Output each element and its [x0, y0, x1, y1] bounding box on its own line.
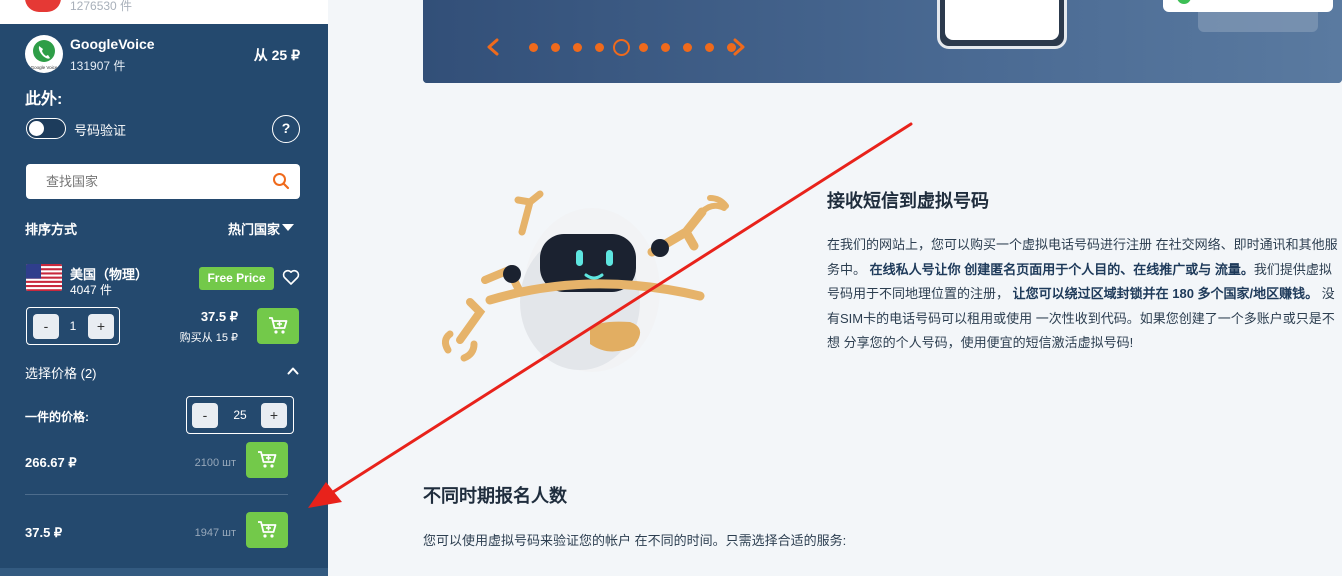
previous-service-logo: [25, 0, 61, 12]
previous-service-count: 1276530 件: [70, 0, 133, 13]
service-count: 131907 件: [70, 59, 126, 73]
service-price: 从 25 ₽: [253, 47, 300, 63]
carousel-next-icon[interactable]: [732, 38, 746, 56]
tier-stock: 2100 шт: [194, 457, 236, 469]
unit-price-stepper: - 25 +: [186, 396, 294, 434]
unit-price-value[interactable]: 25: [227, 408, 253, 422]
sort-dropdown[interactable]: 热门国家: [228, 219, 280, 238]
robot-illustration: [441, 190, 729, 372]
sms-text-bold: 让您可以绕过区域封锁并在 180 多个国家/地区赚钱。: [1012, 286, 1319, 301]
service-sidebar: 1276530 件 Google Voice GoogleVoice 13190…: [0, 0, 328, 576]
tier-stock: 1947 шт: [194, 527, 236, 539]
country-count: 4047 件: [70, 283, 113, 297]
quantity-stepper: - 1 +: [26, 307, 120, 345]
tier-cart-button[interactable]: [246, 442, 288, 478]
carousel-dot[interactable]: [529, 43, 538, 52]
number-verify-toggle[interactable]: [26, 118, 66, 139]
hero-carousel: [423, 0, 1342, 83]
chevron-down-icon[interactable]: [282, 224, 294, 231]
sort-label: 排序方式: [25, 222, 78, 237]
carousel-dot[interactable]: [683, 43, 692, 52]
carousel-dot[interactable]: [573, 43, 582, 52]
free-price-badge[interactable]: Free Price: [199, 267, 274, 290]
periods-section-title: 不同时期报名人数: [423, 486, 567, 506]
toggle-knob: [29, 121, 44, 136]
increase-button[interactable]: +: [88, 314, 114, 339]
tier-price: 266.67 ₽: [25, 455, 77, 470]
also-heading: 此外:: [25, 91, 63, 108]
carousel-dot[interactable]: [613, 39, 630, 56]
carousel-dot[interactable]: [595, 43, 604, 52]
heart-icon[interactable]: [282, 268, 300, 286]
quantity-value[interactable]: 1: [63, 319, 83, 333]
tier-cart-button[interactable]: [246, 512, 288, 548]
carousel-dot[interactable]: [705, 43, 714, 52]
service-name: GoogleVoice: [70, 36, 155, 52]
chevron-up-icon[interactable]: [287, 365, 299, 377]
choose-price-toggle[interactable]: 选择价格 (2): [25, 363, 97, 382]
illustration-card: [1198, 10, 1318, 32]
sms-text-bold: 在线私人号让你 创建匿名页面用于个人目的、在线推广或与 流量。: [869, 261, 1254, 277]
previous-service-row[interactable]: 1276530 件: [0, 0, 328, 24]
periods-section-text: 您可以使用虚拟号码来验证您的帐户 在不同的时间。只需选择合适的服务:: [423, 533, 847, 548]
unit-price-label: 一件的价格:: [25, 410, 89, 424]
carousel-dot[interactable]: [661, 43, 670, 52]
help-button[interactable]: ?: [272, 115, 300, 143]
decrease-button[interactable]: -: [33, 314, 59, 339]
phone-screen: [945, 0, 1059, 40]
search-icon[interactable]: [272, 172, 290, 190]
carousel-prev-icon[interactable]: [486, 38, 500, 56]
logo-caption: Google Voice: [31, 65, 58, 70]
country-price: 37.5 ₽: [200, 309, 238, 324]
sms-section-title: 接收短信到虚拟号码: [827, 191, 989, 211]
carousel-dot[interactable]: [639, 43, 648, 52]
cart-icon: [269, 317, 288, 334]
buy-from-text: 购买从 15 ₽: [179, 332, 238, 344]
tier-price: 37.5 ₽: [25, 525, 63, 540]
cart-icon: [258, 451, 277, 468]
unit-increase-button[interactable]: +: [261, 403, 287, 428]
sms-section-text: 在我们的网站上，您可以购买一个虚拟电话号码进行注册 在社交网络、即时通讯和其他服…: [827, 233, 1339, 356]
country-search-input[interactable]: [26, 164, 266, 199]
googlevoice-logo-icon: Google Voice: [25, 35, 63, 73]
phone-illustration: [937, 0, 1067, 49]
carousel-dot[interactable]: [551, 43, 560, 52]
us-flag-icon: [26, 264, 62, 291]
divider: [25, 494, 288, 495]
cart-icon: [258, 521, 277, 538]
unit-decrease-button[interactable]: -: [192, 403, 218, 428]
sidebar-next-row: [0, 568, 328, 576]
number-verify-label: 号码验证: [74, 123, 127, 138]
country-search: [26, 164, 300, 199]
add-to-cart-button[interactable]: [257, 308, 299, 344]
